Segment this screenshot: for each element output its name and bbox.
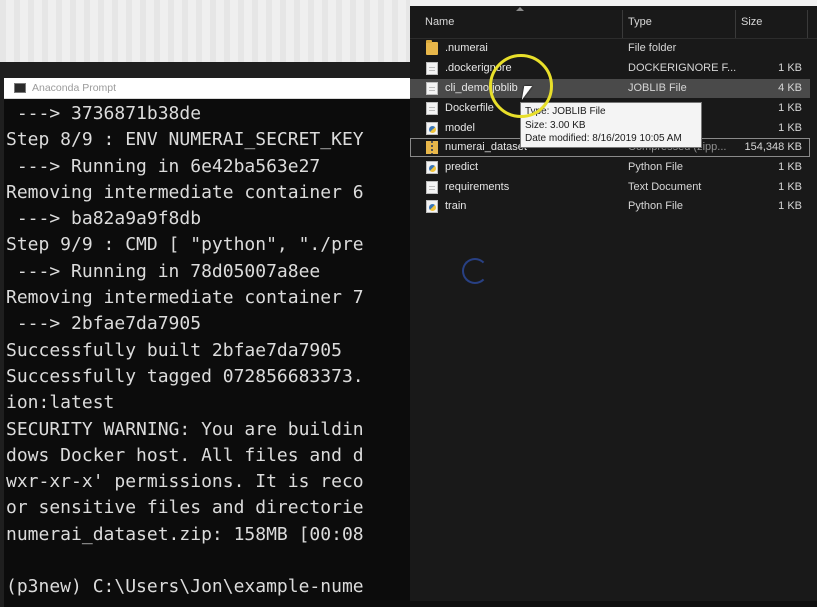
file-row-numerai[interactable]: .numerai File folder bbox=[410, 39, 810, 58]
console-line: Step 8/9 : ENV NUMERAI_SECRET_KEY bbox=[6, 129, 364, 151]
file-name: predict bbox=[445, 161, 479, 173]
console-line: Successfully tagged 072856683373. bbox=[6, 365, 364, 387]
file-type: File folder bbox=[628, 42, 677, 54]
file-size: 1 KB bbox=[778, 200, 802, 212]
file-size: 1 KB bbox=[778, 181, 802, 193]
console-line: numerai_dataset.zip: 158MB [00:08 bbox=[6, 523, 364, 545]
file-type: Text Document bbox=[628, 181, 702, 193]
python-file-icon bbox=[426, 122, 438, 135]
console-line: ion:latest bbox=[6, 392, 115, 414]
folder-icon bbox=[426, 40, 438, 55]
tooltip-size: Size: 3.00 KB bbox=[525, 119, 586, 131]
file-row-cli-demo-joblib[interactable]: cli_demo.joblib JOBLIB File 4 KB bbox=[410, 79, 810, 98]
file-explorer-panel[interactable]: Name Type Size .numerai File folder .doc… bbox=[410, 6, 817, 607]
console-line: wxr-xr-x' permissions. It is reco bbox=[6, 471, 364, 493]
console-line: ---> Running in 6e42ba563e27 bbox=[6, 155, 321, 177]
column-header-size[interactable]: Size bbox=[741, 16, 762, 28]
doc-icon bbox=[426, 62, 438, 75]
anaconda-prompt-window[interactable]: Anaconda Prompt ---> 3736871b38de Step 8… bbox=[4, 78, 410, 607]
console-output[interactable]: ---> 3736871b38de Step 8/9 : ENV NUMERAI… bbox=[4, 99, 410, 601]
file-name: .numerai bbox=[445, 42, 488, 54]
file-name: numerai_dataset bbox=[445, 141, 527, 153]
zip-folder-icon bbox=[426, 141, 438, 154]
column-divider[interactable] bbox=[735, 10, 736, 38]
python-file-icon bbox=[426, 200, 438, 213]
file-size: 1 KB bbox=[778, 161, 802, 173]
file-name: requirements bbox=[445, 181, 510, 193]
prompt-title: Anaconda Prompt bbox=[32, 82, 117, 94]
column-header-type[interactable]: Type bbox=[628, 16, 652, 28]
file-row-dockerignore[interactable]: .dockerignore DOCKERIGNORE F... 1 KB bbox=[410, 59, 810, 78]
command-prompt-line[interactable]: (p3new) C:\Users\Jon\example-nume bbox=[6, 574, 410, 600]
file-name: Dockerfile bbox=[445, 102, 494, 114]
terminal-icon bbox=[14, 83, 26, 93]
console-line: Removing intermediate container 7 bbox=[6, 287, 364, 309]
cursor-highlight-ring bbox=[489, 54, 553, 118]
file-type: JOBLIB File bbox=[628, 82, 687, 94]
python-file-icon bbox=[426, 161, 438, 174]
file-name: train bbox=[445, 200, 467, 212]
explorer-status-bar bbox=[410, 601, 817, 607]
prompt-titlebar[interactable]: Anaconda Prompt bbox=[4, 78, 410, 99]
file-size: 154,348 KB bbox=[744, 141, 803, 153]
doc-icon bbox=[426, 102, 438, 115]
console-line: Removing intermediate container 6 bbox=[6, 181, 364, 203]
console-line: SECURITY WARNING: You are buildin bbox=[6, 418, 364, 440]
loading-spinner-icon bbox=[462, 258, 488, 284]
console-line: ---> ba82a9a9f8db bbox=[6, 208, 202, 230]
console-line: Successfully built 2bfae7da7905 bbox=[6, 339, 342, 361]
console-line: ---> 3736871b38de bbox=[6, 103, 202, 124]
file-row-train[interactable]: train Python File 1 KB bbox=[410, 197, 810, 216]
file-name: model bbox=[445, 122, 475, 134]
console-line: or sensitive files and directorie bbox=[6, 497, 364, 519]
file-type: Python File bbox=[628, 161, 684, 173]
column-divider[interactable] bbox=[807, 10, 808, 38]
file-size: 1 KB bbox=[778, 62, 802, 74]
console-line: ---> 2bfae7da7905 bbox=[6, 313, 202, 335]
file-type: DOCKERIGNORE F... bbox=[628, 62, 737, 74]
column-divider[interactable] bbox=[622, 10, 623, 38]
column-header-name[interactable]: Name bbox=[425, 16, 454, 28]
column-header-bar: Name Type Size bbox=[410, 6, 817, 39]
file-size: 4 KB bbox=[778, 82, 802, 94]
console-line: ---> Running in 78d05007a8ee bbox=[6, 260, 321, 282]
tooltip-modified: Date modified: 8/16/2019 10:05 AM bbox=[525, 133, 682, 144]
console-line: Step 9/9 : CMD [ "python", "./pre bbox=[6, 234, 364, 256]
doc-icon bbox=[426, 181, 438, 194]
file-type: Python File bbox=[628, 200, 684, 212]
file-row-requirements[interactable]: requirements Text Document 1 KB bbox=[410, 178, 810, 197]
sort-ascending-icon bbox=[516, 7, 524, 11]
file-size: 1 KB bbox=[778, 122, 802, 134]
tooltip-type: Type: JOBLIB File bbox=[525, 106, 606, 117]
file-tooltip: Type: JOBLIB File Size: 3.00 KB Date mod… bbox=[520, 102, 702, 148]
console-line: dows Docker host. All files and d bbox=[6, 444, 364, 466]
doc-icon bbox=[426, 82, 438, 95]
file-row-predict[interactable]: predict Python File 1 KB bbox=[410, 158, 810, 177]
file-size: 1 KB bbox=[778, 102, 802, 114]
